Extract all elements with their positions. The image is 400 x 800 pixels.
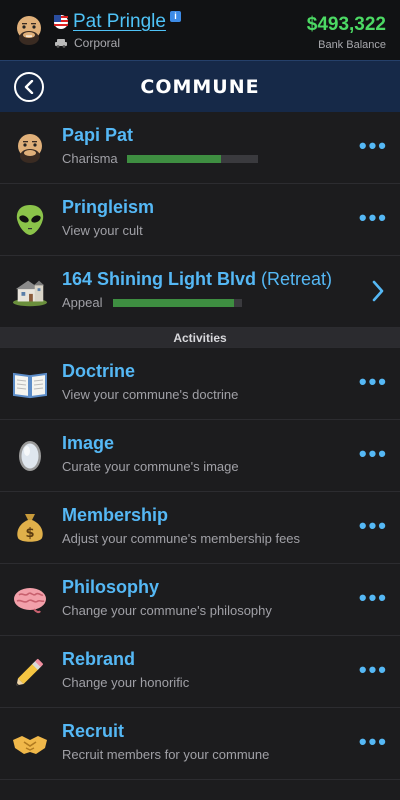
activities-section-header: Activities	[0, 328, 400, 348]
commune-list: Papi Pat Charisma ••• Pringleism View yo…	[0, 112, 400, 780]
open-book-icon	[12, 366, 48, 402]
retreat-row[interactable]: 164 Shining Light Blvd (Retreat) Appeal	[0, 256, 400, 328]
activity-subtitle: Curate your commune's image	[62, 459, 239, 474]
activity-row-recruit[interactable]: Recruit Recruit members for your commune…	[0, 708, 400, 780]
appeal-bar	[113, 299, 242, 307]
more-options-icon[interactable]: •••	[359, 135, 388, 157]
retreat-address-text: 164 Shining Light Blvd	[62, 269, 257, 289]
more-options-icon[interactable]: •••	[359, 515, 388, 537]
activity-row-philosophy[interactable]: Philosophy Change your commune's philoso…	[0, 564, 400, 636]
charisma-label: Charisma	[62, 151, 118, 166]
more-options-icon[interactable]: •••	[359, 207, 388, 229]
more-options-icon[interactable]: •••	[359, 659, 388, 681]
alien-icon	[12, 202, 48, 238]
player-rank: Corporal	[74, 35, 121, 50]
activity-title: Recruit	[62, 721, 125, 741]
rank-car-icon	[55, 38, 67, 48]
activity-title: Philosophy	[62, 577, 160, 597]
activity-title: Image	[62, 433, 115, 453]
charisma-bar	[127, 155, 258, 163]
cult-row[interactable]: Pringleism View your cult •••	[0, 184, 400, 256]
activity-title: Doctrine	[62, 361, 136, 381]
activity-title: Rebrand	[62, 649, 136, 669]
charisma-bar-fill	[127, 155, 222, 163]
bank-balance-value: $493,322	[306, 14, 386, 35]
more-options-icon[interactable]: •••	[359, 731, 388, 753]
player-avatar[interactable]	[12, 13, 46, 47]
handshake-icon	[12, 726, 48, 762]
activity-title: Membership	[62, 505, 169, 525]
appeal-bar-fill	[113, 299, 235, 307]
activity-subtitle: Change your commune's philosophy	[62, 603, 272, 618]
retreat-type: (Retreat)	[256, 269, 333, 289]
player-name[interactable]: Pat Pringle	[73, 11, 166, 33]
activity-subtitle: Recruit members for your commune	[62, 747, 270, 762]
info-icon[interactable]: i	[169, 11, 181, 22]
more-options-icon[interactable]: •••	[359, 587, 388, 609]
bank-balance-label: Bank Balance	[318, 39, 386, 51]
activity-row-rebrand[interactable]: Rebrand Change your honorific •••	[0, 636, 400, 708]
mirror-icon	[12, 438, 48, 474]
activity-row-membership[interactable]: $ Membership Adjust your commune's membe…	[0, 492, 400, 564]
activity-row-image[interactable]: Image Curate your commune's image •••	[0, 420, 400, 492]
status-header: Pat Pringle i Corporal $493,322 Bank Bal…	[0, 0, 400, 60]
brain-icon	[12, 582, 48, 618]
us-flag-icon	[54, 14, 68, 29]
more-options-icon[interactable]: •••	[359, 371, 388, 393]
retreat-address: 164 Shining Light Blvd (Retreat)	[62, 269, 332, 290]
svg-text:$: $	[25, 526, 34, 541]
cult-subtitle: View your cult	[62, 223, 143, 238]
activity-row-doctrine[interactable]: Doctrine View your commune's doctrine ••…	[0, 348, 400, 420]
activity-subtitle: Change your honorific	[62, 675, 190, 690]
activity-subtitle: View your commune's doctrine	[62, 387, 239, 402]
activity-subtitle: Adjust your commune's membership fees	[62, 531, 301, 546]
leader-name: Papi Pat	[62, 125, 134, 145]
title-bar: COMMUNE	[0, 60, 400, 112]
chevron-right-icon[interactable]	[372, 280, 384, 302]
bald-man-face-icon	[12, 130, 48, 166]
cult-name: Pringleism	[62, 197, 155, 217]
leader-row[interactable]: Papi Pat Charisma •••	[0, 112, 400, 184]
pencil-icon	[12, 654, 48, 690]
bank-balance: $493,322 Bank Balance	[307, 14, 386, 51]
appeal-label: Appeal	[62, 295, 103, 310]
house-icon	[12, 274, 48, 310]
page-title: COMMUNE	[140, 76, 260, 98]
more-options-icon[interactable]: •••	[359, 443, 388, 465]
money-bag-icon: $	[12, 510, 48, 546]
